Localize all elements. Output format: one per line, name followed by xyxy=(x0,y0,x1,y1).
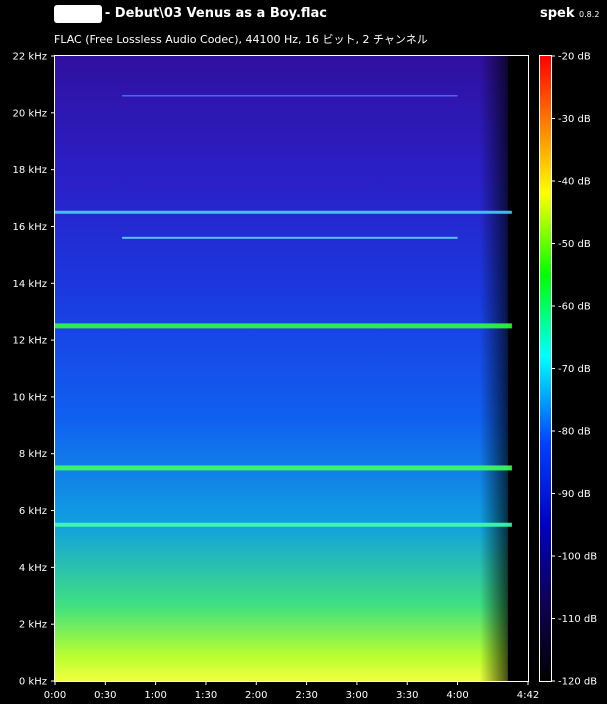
y-tick-label: 8 kHz xyxy=(19,449,47,460)
colorbar-tick-label: -50 dB xyxy=(558,239,591,250)
spectrum-energy xyxy=(55,56,508,681)
colorbar-tick-label: -70 dB xyxy=(558,364,591,375)
x-tick-label: 2:30 xyxy=(295,690,317,701)
spectrogram-chart: 0:00 0:30 1:00 1:30 2:00 2:30 3:00 3:30 4:00 4:42… xyxy=(13,52,598,702)
tone-band xyxy=(55,522,512,527)
x-tick-label: 4:42 xyxy=(517,690,539,701)
y-tick-label: 6 kHz xyxy=(19,506,47,517)
y-tick-label: 16 kHz xyxy=(13,222,47,233)
colorbar-tick-label: -100 dB xyxy=(558,552,597,563)
colorbar-tick-label: -80 dB xyxy=(558,427,591,438)
spectrogram-plot xyxy=(55,56,528,681)
x-tick-label: 1:30 xyxy=(195,690,217,701)
colorbar-tick-label: -60 dB xyxy=(558,302,591,313)
colorbar-tick-label: -120 dB xyxy=(558,677,597,688)
tone-band xyxy=(55,210,512,214)
y-tick-label: 4 kHz xyxy=(19,563,47,574)
colorbar-tick-label: -20 dB xyxy=(558,52,591,63)
signal-fade-out xyxy=(479,56,520,681)
colorbar-tick-label: -30 dB xyxy=(558,114,591,125)
tone-band xyxy=(55,465,512,471)
x-tick-label: 2:00 xyxy=(245,690,267,701)
x-tick-label: 1:00 xyxy=(144,690,166,701)
y-tick-label: 10 kHz xyxy=(13,392,47,403)
tone-band xyxy=(122,236,458,239)
y-tick-label: 12 kHz xyxy=(13,336,47,347)
y-tick-label: 18 kHz xyxy=(13,165,47,176)
colorbar-tick-label: -40 dB xyxy=(558,177,591,188)
y-tick-label: 14 kHz xyxy=(13,279,47,290)
x-tick-label: 0:30 xyxy=(94,690,116,701)
y-tick-label: 0 kHz xyxy=(19,677,47,688)
tone-band xyxy=(55,323,512,329)
colorbar: -20 dB -30 dB -40 dB -50 dB -60 dB -70 dB -80 … xyxy=(539,52,597,688)
colorbar-gradient xyxy=(540,56,551,681)
x-tick-label: 3:30 xyxy=(396,690,418,701)
y-tick-label: 20 kHz xyxy=(13,108,47,119)
tone-band xyxy=(122,95,458,97)
x-tick-label: 3:00 xyxy=(346,690,368,701)
x-tick-label: 0:00 xyxy=(44,690,66,701)
x-tick-label: 4:00 xyxy=(446,690,468,701)
y-tick-label: 22 kHz xyxy=(13,52,47,63)
spek-window: Bjork - Debut\03 Venus as a Boy.flac FLA… xyxy=(0,0,607,704)
y-tick-label: 2 kHz xyxy=(19,620,47,631)
colorbar-tick-label: -90 dB xyxy=(558,489,591,500)
colorbar-tick-label: -110 dB xyxy=(558,614,597,625)
